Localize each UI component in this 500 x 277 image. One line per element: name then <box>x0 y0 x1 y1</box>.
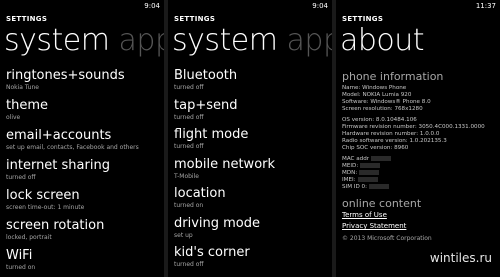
setting-subtitle: turned off <box>174 261 204 268</box>
setting-title: mobile network <box>174 156 276 172</box>
setting-tap-send[interactable]: tap+send turned off <box>174 98 332 125</box>
info-line: Firmware revision number: 3050.4C000.133… <box>342 124 485 130</box>
settings-system-panel-1: 9:04 SETTINGS system applicat ringtones+… <box>0 0 164 277</box>
redacted-value <box>368 184 389 189</box>
info-label: MDN: <box>342 170 358 176</box>
setting-subtitle: turned off <box>174 143 204 150</box>
setting-flight-mode[interactable]: flight mode turned off <box>174 127 332 154</box>
settings-about-panel: 11:37 SETTINGS about phone information N… <box>336 0 500 277</box>
setting-title: email+accounts <box>6 128 112 143</box>
settings-list: Bluetooth turned off tap+send turned off… <box>174 68 332 275</box>
setting-title: lock screen <box>6 188 80 203</box>
setting-wifi[interactable]: WiFi turned on <box>6 248 164 277</box>
pivot-tab-system[interactable]: system <box>172 23 278 58</box>
setting-subtitle: turned on <box>6 264 36 271</box>
status-time: 9:04 <box>144 2 160 10</box>
setting-subtitle: screen time-out: 1 minute <box>6 204 85 211</box>
redacted-value <box>371 156 392 161</box>
info-line-masked: MEID: <box>342 163 498 170</box>
setting-subtitle: set up email, contacts, Facebook and oth… <box>6 144 139 151</box>
info-label: MEID: <box>342 163 359 169</box>
setting-title: flight mode <box>174 127 249 142</box>
setting-internet-sharing[interactable]: internet sharing turned off <box>6 158 164 187</box>
page-title: about <box>340 23 425 58</box>
status-time: 11:37 <box>475 2 496 10</box>
setting-screen-rotation[interactable]: screen rotation locked, portrait <box>6 218 164 247</box>
setting-kids-corner[interactable]: kid's corner turned off <box>174 245 332 272</box>
setting-subtitle: olive <box>6 114 21 121</box>
info-label: MAC addr <box>342 156 370 162</box>
terms-of-use-link[interactable]: Terms of Use <box>342 210 498 221</box>
pivot-tab-applications[interactable]: applicat <box>119 23 164 58</box>
setting-subtitle: turned off <box>174 113 204 121</box>
online-content-heading: online content <box>342 197 422 210</box>
setting-title: ringtones+sounds <box>6 68 125 83</box>
setting-driving-mode[interactable]: driving mode set up <box>174 216 332 243</box>
setting-lock-screen[interactable]: lock screen screen time-out: 1 minute <box>6 188 164 217</box>
pivot-header: system applicat <box>172 21 332 61</box>
setting-title: WiFi <box>6 248 33 263</box>
info-line: Chip SOC version: 8960 <box>342 145 409 151</box>
info-line-masked: SIM ID 0: <box>342 184 498 191</box>
info-line: Model: NOKIA Lumia 920 <box>342 92 412 98</box>
info-line: Hardware revision number: 1.0.0.0 <box>342 131 440 137</box>
setting-subtitle: T-Mobile <box>174 172 199 180</box>
setting-title: theme <box>6 98 48 113</box>
setting-subtitle: turned on <box>174 202 204 209</box>
info-line: OS version: 8.0.10484.106 <box>342 117 417 123</box>
info-label: IMEI: <box>342 177 356 183</box>
setting-title: location <box>174 186 226 201</box>
setting-subtitle: Nokia Tune <box>6 84 39 91</box>
setting-subtitle: locked, portrait <box>6 234 52 241</box>
setting-ringtones-sounds[interactable]: ringtones+sounds Nokia Tune <box>6 68 164 97</box>
redacted-value <box>360 163 381 168</box>
setting-title: Bluetooth <box>174 68 238 83</box>
about-content: phone information Name: Windows Phone Mo… <box>342 70 498 243</box>
setting-theme[interactable]: theme olive <box>6 98 164 127</box>
setting-bluetooth[interactable]: Bluetooth turned off <box>174 68 332 95</box>
setting-title: internet sharing <box>6 158 110 173</box>
settings-list: ringtones+sounds Nokia Tune theme olive … <box>6 68 164 277</box>
setting-subtitle: turned off <box>6 174 36 181</box>
setting-title: kid's corner <box>174 245 250 260</box>
copyright-text: © 2013 Microsoft Corporation <box>342 235 432 242</box>
pivot-tab-applications[interactable]: applicat <box>287 23 332 58</box>
setting-title: screen rotation <box>6 218 105 233</box>
watermark: wintiles.ru <box>429 251 492 265</box>
redacted-value <box>359 170 380 175</box>
info-line-masked: IMEI: <box>342 177 498 184</box>
info-line: Software: Windows® Phone 8.0 <box>342 99 431 105</box>
setting-title: driving mode <box>174 215 261 231</box>
setting-subtitle: turned off <box>174 84 204 91</box>
setting-email-accounts[interactable]: email+accounts set up email, contacts, F… <box>6 128 164 157</box>
status-time: 9:04 <box>312 2 328 10</box>
setting-mobile-network[interactable]: mobile network T-Mobile <box>174 157 332 184</box>
setting-title: tap+send <box>174 97 238 113</box>
setting-subtitle: set up <box>174 231 193 239</box>
info-line: Name: Windows Phone <box>342 85 407 91</box>
redacted-value <box>357 177 378 182</box>
pivot-header: system applicat <box>4 21 164 61</box>
info-line: Screen resolution: 768x1280 <box>342 106 423 112</box>
info-line-masked: MDN: <box>342 170 498 177</box>
info-line: Radio software version: 1.0.202135.3 <box>342 138 447 144</box>
pivot-tab-system[interactable]: system <box>4 23 110 58</box>
settings-system-panel-2: 9:04 SETTINGS system applicat Bluetooth … <box>168 0 332 277</box>
phone-info-heading: phone information <box>342 70 444 83</box>
setting-location[interactable]: location turned on <box>174 186 332 213</box>
privacy-statement-link[interactable]: Privacy Statement <box>342 221 498 232</box>
info-label: SIM ID 0: <box>342 184 367 190</box>
info-line-masked: MAC addr <box>342 156 498 163</box>
